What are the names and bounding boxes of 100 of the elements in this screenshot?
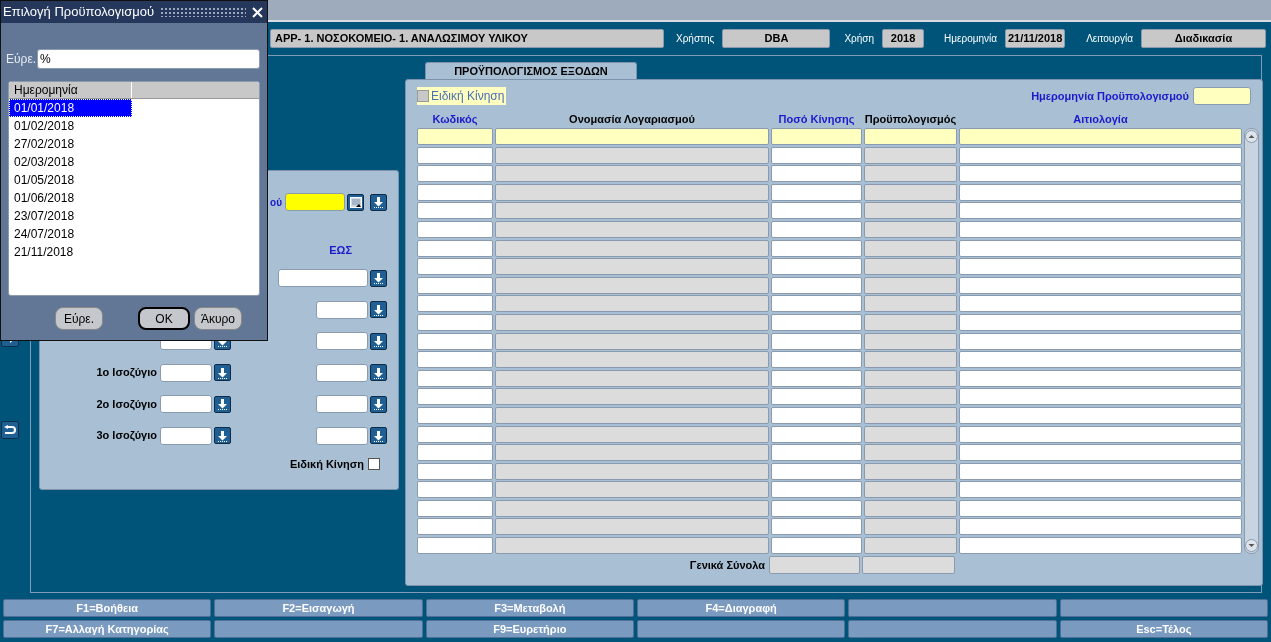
list-button[interactable] xyxy=(370,332,387,350)
table-cell[interactable] xyxy=(495,276,769,294)
table-cell[interactable] xyxy=(495,313,769,331)
table-cell[interactable] xyxy=(959,388,1242,406)
input-field[interactable] xyxy=(316,363,368,382)
table-cell[interactable] xyxy=(417,369,493,387)
table-cell[interactable] xyxy=(495,351,769,369)
table-cell[interactable] xyxy=(864,332,957,350)
list-item[interactable]: 01/01/2018 xyxy=(9,99,132,117)
table-cell[interactable] xyxy=(495,499,769,517)
table-cell[interactable] xyxy=(864,202,957,220)
table-cell[interactable] xyxy=(771,537,862,555)
list-item[interactable]: 27/02/2018 xyxy=(9,135,132,153)
find-field[interactable]: % xyxy=(37,49,260,69)
input-field[interactable] xyxy=(160,426,212,445)
table-cell[interactable] xyxy=(771,518,862,536)
table-cell[interactable] xyxy=(495,183,769,201)
table-cell[interactable] xyxy=(495,258,769,276)
table-cell[interactable] xyxy=(417,499,493,517)
table-cell[interactable] xyxy=(417,481,493,499)
list-button[interactable] xyxy=(370,269,387,287)
input-field[interactable] xyxy=(316,300,368,319)
tab[interactable]: ΠΡΟΫΠΟΛΟΓΙΣΜΟΣ ΕΞΟΔΩΝ xyxy=(425,62,637,79)
table-cell[interactable] xyxy=(864,537,957,555)
table-cell[interactable] xyxy=(417,313,493,331)
list-button[interactable] xyxy=(370,395,387,413)
table-cell[interactable] xyxy=(771,202,862,220)
table-cell[interactable] xyxy=(864,444,957,462)
dialog-button[interactable]: Εύρε. xyxy=(55,307,103,330)
list-button[interactable] xyxy=(370,427,387,444)
list-item[interactable]: 23/07/2018 xyxy=(9,207,132,225)
table-cell[interactable] xyxy=(417,332,493,350)
table-cell[interactable] xyxy=(864,258,957,276)
list-button[interactable] xyxy=(370,364,387,381)
table-cell[interactable] xyxy=(417,183,493,201)
table-cell[interactable] xyxy=(495,165,769,183)
table-cell[interactable] xyxy=(495,444,769,462)
table-cell[interactable] xyxy=(864,425,957,443)
table-cell[interactable] xyxy=(771,462,862,480)
table-cell[interactable] xyxy=(864,276,957,294)
input-field[interactable] xyxy=(160,363,212,382)
table-cell[interactable] xyxy=(771,388,862,406)
table-cell[interactable] xyxy=(495,128,769,145)
table-cell[interactable] xyxy=(959,276,1242,294)
list-button[interactable] xyxy=(214,364,231,381)
table-cell[interactable] xyxy=(417,276,493,294)
table-cell[interactable] xyxy=(771,276,862,294)
list-item[interactable]: 01/06/2018 xyxy=(9,189,132,207)
table-cell[interactable] xyxy=(495,369,769,387)
table-cell[interactable] xyxy=(771,499,862,517)
table-cell[interactable] xyxy=(864,295,957,313)
table-cell[interactable] xyxy=(495,425,769,443)
list-button[interactable] xyxy=(370,301,387,318)
table-cell[interactable] xyxy=(495,332,769,350)
table-cell[interactable] xyxy=(771,165,862,183)
list-item[interactable]: 02/03/2018 xyxy=(9,153,132,171)
table-cell[interactable] xyxy=(864,518,957,536)
table-cell[interactable] xyxy=(417,202,493,220)
table-cell[interactable] xyxy=(417,220,493,238)
table-cell[interactable] xyxy=(771,258,862,276)
table-cell[interactable] xyxy=(959,481,1242,499)
input-field[interactable] xyxy=(160,395,212,413)
list-item[interactable]: 01/05/2018 xyxy=(9,171,132,189)
input-field[interactable] xyxy=(1193,87,1251,105)
table-cell[interactable] xyxy=(864,239,957,257)
table-cell[interactable] xyxy=(417,406,493,424)
table-cell[interactable] xyxy=(495,146,769,164)
table-cell[interactable] xyxy=(417,258,493,276)
list-button[interactable] xyxy=(214,427,231,444)
table-cell[interactable] xyxy=(495,481,769,499)
list-item[interactable]: 01/02/2018 xyxy=(9,117,132,135)
table-cell[interactable] xyxy=(959,369,1242,387)
table-cell[interactable] xyxy=(864,165,957,183)
table-cell[interactable] xyxy=(959,406,1242,424)
table-cell[interactable] xyxy=(959,220,1242,238)
table-cell[interactable] xyxy=(495,537,769,555)
list-button[interactable] xyxy=(370,193,387,211)
table-cell[interactable] xyxy=(959,499,1242,517)
checkbox[interactable] xyxy=(368,458,380,471)
table-cell[interactable] xyxy=(417,444,493,462)
input-field[interactable] xyxy=(278,269,368,287)
list-button[interactable] xyxy=(214,395,231,413)
table-cell[interactable] xyxy=(771,406,862,424)
table-cell[interactable] xyxy=(417,128,493,145)
table-cell[interactable] xyxy=(959,146,1242,164)
table-cell[interactable] xyxy=(959,128,1242,145)
table-cell[interactable] xyxy=(495,220,769,238)
table-cell[interactable] xyxy=(417,239,493,257)
calendar-button[interactable] xyxy=(347,193,364,211)
table-cell[interactable] xyxy=(864,499,957,517)
table-cell[interactable] xyxy=(959,444,1242,462)
table-cell[interactable] xyxy=(771,183,862,201)
table-cell[interactable] xyxy=(959,425,1242,443)
table-cell[interactable] xyxy=(495,295,769,313)
table-cell[interactable] xyxy=(771,351,862,369)
table-cell[interactable] xyxy=(495,462,769,480)
dialog-button[interactable]: OK xyxy=(138,307,190,330)
table-cell[interactable] xyxy=(864,146,957,164)
table-cell[interactable] xyxy=(771,369,862,387)
dialog-button[interactable]: Άκυρο xyxy=(194,307,242,330)
